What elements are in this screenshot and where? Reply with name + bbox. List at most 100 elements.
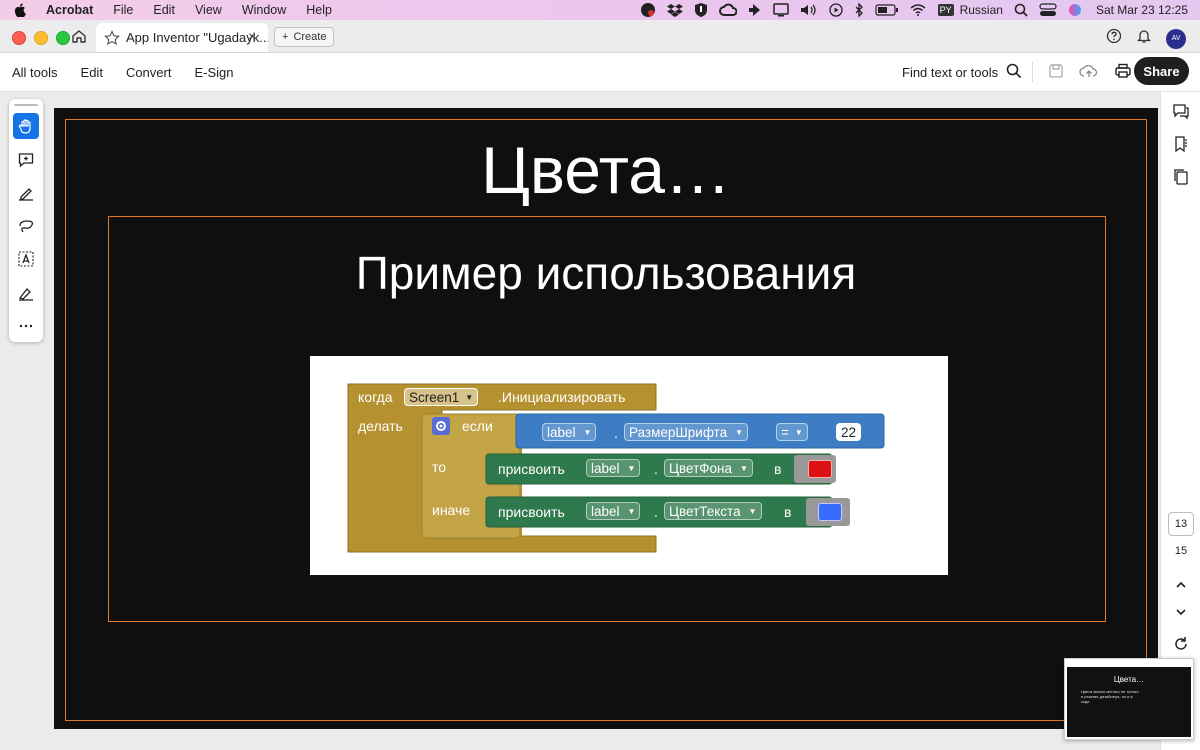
dropdown-arrow-icon: ▼: [740, 463, 748, 473]
draw-freeform-icon[interactable]: [13, 213, 39, 239]
property-text-1: РазмерШрифта: [629, 424, 728, 440]
minimize-window-button[interactable]: [34, 31, 48, 45]
highlight-pen-icon[interactable]: [13, 180, 39, 206]
dropdown-arrow-icon: ▼: [465, 392, 474, 402]
save-icon[interactable]: [1048, 63, 1064, 82]
find-label[interactable]: Find text or tools: [902, 65, 998, 80]
input-source-label[interactable]: Russian: [960, 3, 1003, 17]
divider: [1032, 62, 1033, 82]
right-rail: 13 15: [1160, 92, 1200, 750]
share-button[interactable]: Share: [1134, 57, 1189, 85]
clock[interactable]: Sat Mar 23 12:25: [1096, 3, 1188, 17]
block-if-label: если: [462, 418, 493, 434]
home-icon[interactable]: [70, 27, 88, 45]
bell-icon[interactable]: [1136, 28, 1152, 49]
close-window-button[interactable]: [12, 31, 26, 45]
menu-view[interactable]: View: [195, 3, 222, 17]
dot-2: .: [654, 461, 658, 477]
block-else-label: иначе: [432, 502, 471, 518]
dropdown-arrow-icon: ▼: [627, 506, 636, 516]
add-comment-icon[interactable]: [13, 147, 39, 173]
edit-button[interactable]: Edit: [81, 65, 103, 80]
label-text-3: label: [591, 503, 620, 519]
bluetooth-icon[interactable]: [854, 3, 864, 17]
to-label-2: в: [784, 504, 792, 520]
zoom-window-button[interactable]: [56, 31, 70, 45]
control-center-icon[interactable]: [1039, 3, 1057, 17]
block-component-dropdown: Screen1 ▼: [404, 388, 479, 406]
play-icon[interactable]: [828, 3, 843, 17]
arrow-app-icon[interactable]: [748, 3, 762, 17]
help-icon[interactable]: [1106, 28, 1122, 49]
close-tab-icon[interactable]: ×: [248, 29, 262, 43]
search-icon[interactable]: [1014, 3, 1028, 17]
menu-window[interactable]: Window: [242, 3, 286, 17]
text-box-icon[interactable]: [13, 246, 39, 272]
dropdown-arrow-icon: ▼: [794, 427, 803, 437]
block-do-label: делать: [358, 418, 403, 434]
dropbox-icon[interactable]: [666, 3, 683, 17]
input-source-badge[interactable]: PY: [937, 4, 954, 16]
all-tools-button[interactable]: All tools: [12, 65, 58, 80]
dropdown-arrow-icon: ▼: [735, 427, 744, 437]
component-name: Screen1: [409, 389, 460, 405]
blue-color-swatch: [818, 503, 842, 521]
hand-tool-icon[interactable]: [13, 113, 39, 139]
pill-property-1: РазмерШрифта ▼: [624, 423, 749, 441]
dot-3: .: [654, 504, 658, 520]
current-page-input[interactable]: 13: [1168, 512, 1194, 536]
tab-document-title: App Inventor "Ugadayk...: [126, 30, 268, 45]
menu-app-name[interactable]: Acrobat: [46, 3, 93, 17]
property-text-3: ЦветТекста: [669, 503, 741, 519]
menu-edit[interactable]: Edit: [153, 3, 175, 17]
menu-extras: PY Russian Sat Mar 23 12:25: [629, 0, 1188, 20]
convert-button[interactable]: Convert: [126, 65, 172, 80]
avatar[interactable]: AV: [1166, 28, 1186, 49]
shield-icon[interactable]: [694, 2, 708, 18]
esign-button[interactable]: E-Sign: [194, 65, 233, 80]
label-text-1: label: [547, 424, 576, 440]
status-app-icon[interactable]: [640, 2, 656, 18]
star-icon[interactable]: [104, 29, 120, 46]
quick-tools-panel: [9, 99, 43, 342]
dot-1: .: [614, 425, 618, 441]
more-tools-icon[interactable]: [13, 313, 39, 339]
comment-panel-icon[interactable]: [1172, 102, 1190, 120]
pill-operator: = ▼: [776, 423, 808, 441]
volume-icon[interactable]: [800, 3, 818, 17]
pill-property-2: ЦветФона ▼: [664, 459, 753, 477]
create-label: Create: [293, 31, 327, 43]
siri-icon[interactable]: [1068, 3, 1082, 17]
refresh-icon[interactable]: [1172, 635, 1190, 653]
block-then-label: то: [432, 459, 447, 475]
battery-icon[interactable]: [874, 4, 899, 16]
print-icon[interactable]: [1114, 63, 1132, 82]
slide-title: Цвета…: [481, 133, 731, 207]
drag-handle[interactable]: [14, 104, 38, 106]
red-color-swatch: [808, 460, 832, 478]
property-text-2: ЦветФона: [669, 460, 732, 476]
menu-file[interactable]: File: [113, 3, 133, 17]
wifi-icon[interactable]: [910, 4, 926, 16]
page-thumbnail-preview[interactable]: Цвета… Цвета можно менять не только в ре…: [1064, 658, 1194, 740]
tab-document[interactable]: App Inventor "Ugadayk... ×: [96, 23, 268, 52]
search-icon[interactable]: [1006, 63, 1022, 82]
create-button[interactable]: + Create: [274, 27, 335, 47]
creative-cloud-icon[interactable]: [718, 3, 737, 17]
fill-sign-icon[interactable]: [13, 280, 39, 306]
pages-icon[interactable]: [1172, 168, 1190, 186]
dropdown-arrow-icon: ▼: [748, 506, 757, 516]
page-up-icon[interactable]: [1172, 576, 1190, 594]
apple-icon[interactable]: [14, 3, 32, 17]
to-label-1: в: [774, 461, 782, 477]
display-icon[interactable]: [772, 3, 789, 17]
menu-help[interactable]: Help: [306, 3, 332, 17]
find-tools[interactable]: Find text or tools: [902, 53, 1022, 91]
pill-label-3: label ▼: [586, 502, 641, 520]
bookmark-icon[interactable]: [1172, 135, 1190, 153]
cloud-upload-icon[interactable]: [1079, 63, 1099, 82]
toolbar-menu: All tools Edit Convert E-Sign: [12, 53, 257, 91]
page-down-icon[interactable]: [1172, 603, 1190, 621]
dropdown-arrow-icon: ▼: [583, 427, 592, 437]
block-when-label: когда: [358, 389, 393, 405]
